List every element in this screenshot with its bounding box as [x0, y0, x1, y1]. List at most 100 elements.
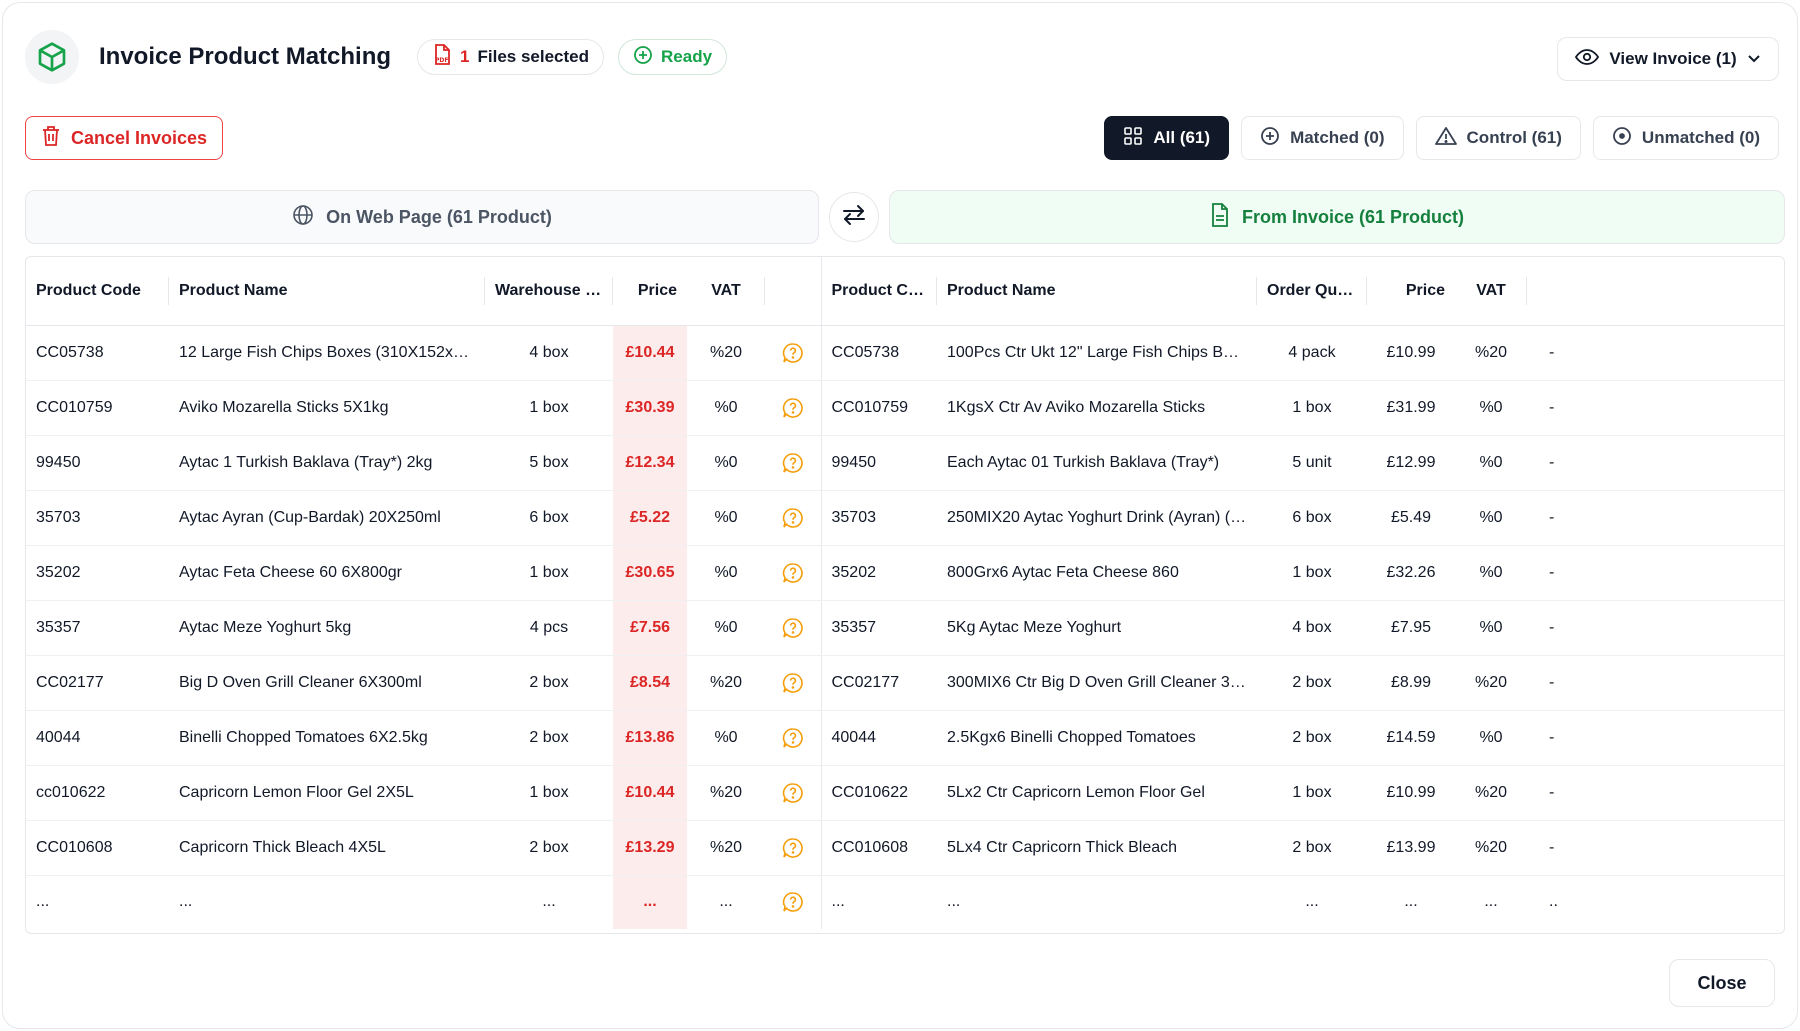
- col-warehouse-qty[interactable]: Warehouse Qu...: [485, 257, 613, 326]
- price-left: £13.29: [613, 820, 687, 876]
- swap-button[interactable]: [829, 192, 879, 242]
- table-row[interactable]: 35357 Aytac Meze Yoghurt 5kg 4 pcs £7.56 %0 3…: [26, 600, 1784, 656]
- filter-unmatched[interactable]: Unmatched (0): [1592, 116, 1779, 160]
- col-price-left[interactable]: Price: [613, 257, 687, 326]
- question-bubble-icon[interactable]: [782, 837, 804, 859]
- product-name-left: Aytac 1 Turkish Baklava (Tray*) 2kg: [169, 435, 485, 491]
- product-name-right: 100Pcs Ctr Ukt 12" Large Fish Chips Boxe…: [937, 325, 1257, 381]
- table-row[interactable]: CC010608 Capricorn Thick Bleach 4X5L 2 box…: [26, 820, 1784, 876]
- note-cell[interactable]: [765, 820, 822, 876]
- price-right: £10.99: [1367, 325, 1455, 381]
- cancel-invoices-button[interactable]: Cancel Invoices: [25, 116, 223, 160]
- table-row[interactable]: CC05738 12 Large Fish Chips Boxes (310X15…: [26, 325, 1784, 381]
- product-code-right: 99450: [821, 435, 937, 491]
- order-qty: 6 box: [1257, 490, 1367, 546]
- price-left: £10.44: [613, 325, 687, 381]
- note-cell[interactable]: [765, 655, 822, 711]
- col-product-code-left[interactable]: Product Code: [26, 257, 169, 326]
- product-code-left: CC02177: [26, 655, 169, 711]
- warehouse-qty: 2 box: [485, 655, 613, 711]
- vat-left: %0: [687, 545, 765, 601]
- table-row[interactable]: CC010759 Aviko Mozarella Sticks 5X1kg 1 bo…: [26, 380, 1784, 436]
- match-status: -: [1527, 435, 1784, 491]
- vat-right: %0: [1455, 600, 1527, 656]
- col-product-name-right[interactable]: Product Name: [937, 257, 1257, 326]
- note-cell[interactable]: [765, 435, 822, 491]
- close-button[interactable]: Close: [1669, 959, 1775, 1007]
- product-name-left: Capricorn Thick Bleach 4X5L: [169, 820, 485, 876]
- warehouse-qty: ...: [542, 893, 556, 911]
- note-cell[interactable]: [765, 325, 822, 381]
- view-invoice-dropdown[interactable]: View Invoice (1): [1557, 37, 1779, 81]
- product-name-right: 1KgsX Ctr Av Aviko Mozarella Sticks: [937, 380, 1257, 436]
- table-row[interactable]: 40044 Binelli Chopped Tomatoes 6X2.5kg 2 b…: [26, 710, 1784, 766]
- cancel-invoices-label: Cancel Invoices: [70, 127, 208, 148]
- price-right: ...: [1404, 893, 1418, 911]
- question-bubble-icon[interactable]: [782, 342, 804, 364]
- note-cell[interactable]: [765, 710, 822, 766]
- vat-left: %0: [687, 710, 765, 766]
- order-qty: 4 pack: [1257, 325, 1367, 381]
- question-bubble-icon[interactable]: [782, 452, 804, 474]
- globe-icon: [292, 204, 314, 231]
- product-code-left: cc010622: [26, 765, 169, 821]
- price-left: £5.22: [613, 490, 687, 546]
- match-status: -: [1527, 380, 1784, 436]
- question-bubble-icon[interactable]: [782, 727, 804, 749]
- warehouse-qty: 4 box: [485, 325, 613, 381]
- col-vat-left[interactable]: VAT: [687, 257, 765, 326]
- plus-circle-icon: [633, 45, 653, 70]
- filter-all[interactable]: All (61): [1104, 116, 1230, 160]
- vat-left: %0: [687, 435, 765, 491]
- col-order-qty[interactable]: Order Qua...: [1257, 257, 1367, 326]
- question-bubble-icon[interactable]: [782, 672, 804, 694]
- col-product-code-right[interactable]: Product Cod...: [821, 257, 937, 326]
- files-selected-badge[interactable]: PDF 1 Files selected: [417, 39, 605, 75]
- product-code-left: 99450: [26, 435, 169, 491]
- note-cell[interactable]: [765, 765, 822, 821]
- price-left: ...: [613, 875, 687, 929]
- question-bubble-icon[interactable]: [782, 782, 804, 804]
- col-vat-right[interactable]: VAT: [1455, 257, 1527, 326]
- product-code-right: CC010759: [821, 380, 937, 436]
- note-cell[interactable]: [765, 545, 822, 601]
- note-cell[interactable]: [765, 490, 822, 546]
- note-cell[interactable]: [765, 600, 822, 656]
- table-row[interactable]: 99450 Aytac 1 Turkish Baklava (Tray*) 2kg…: [26, 435, 1784, 491]
- web-page-source-header[interactable]: On Web Page (61 Product): [25, 190, 819, 244]
- product-name-right: Each Aytac 01 Turkish Baklava (Tray*): [937, 435, 1257, 491]
- question-bubble-icon[interactable]: [782, 891, 804, 913]
- table-row[interactable]: 35202 Aytac Feta Cheese 60 6X800gr 1 box £3…: [26, 545, 1784, 601]
- table-row[interactable]: ................................: [26, 875, 1784, 929]
- note-cell[interactable]: [765, 380, 822, 436]
- match-status: -: [1527, 655, 1784, 711]
- product-code-right: 35357: [821, 600, 937, 656]
- question-bubble-icon[interactable]: [782, 507, 804, 529]
- table-row[interactable]: cc010622 Capricorn Lemon Floor Gel 2X5L 1 …: [26, 765, 1784, 821]
- invoice-source-label: From Invoice (61 Product): [1241, 206, 1465, 227]
- table-row[interactable]: 35703 Aytac Ayran (Cup-Bardak) 20X250ml 6 …: [26, 490, 1784, 546]
- col-price-right[interactable]: Price: [1367, 257, 1455, 326]
- price-left: £10.44: [613, 765, 687, 821]
- question-bubble-icon[interactable]: [782, 562, 804, 584]
- note-cell[interactable]: [765, 875, 822, 929]
- match-status: ..: [1549, 893, 1558, 911]
- col-product-name-left[interactable]: Product Name: [169, 257, 485, 326]
- warehouse-qty: 1 box: [485, 545, 613, 601]
- vat-left: ...: [719, 893, 733, 911]
- question-bubble-icon[interactable]: [782, 397, 804, 419]
- plus-circle-icon: [1260, 126, 1280, 151]
- price-left: £30.39: [613, 380, 687, 436]
- svg-text:PDF: PDF: [435, 57, 448, 64]
- product-code-right: 40044: [821, 710, 937, 766]
- chevron-down-icon: [1747, 49, 1761, 69]
- invoice-source-header[interactable]: From Invoice (61 Product): [889, 190, 1785, 244]
- filter-control[interactable]: Control (61): [1415, 116, 1581, 160]
- order-qty: 1 box: [1257, 765, 1367, 821]
- view-invoice-label: View Invoice (1): [1609, 49, 1737, 68]
- filter-matched[interactable]: Matched (0): [1241, 116, 1404, 160]
- product-code-left: CC010759: [26, 380, 169, 436]
- table-row[interactable]: CC02177 Big D Oven Grill Cleaner 6X300ml 2…: [26, 655, 1784, 711]
- match-status: -: [1527, 765, 1784, 821]
- question-bubble-icon[interactable]: [782, 617, 804, 639]
